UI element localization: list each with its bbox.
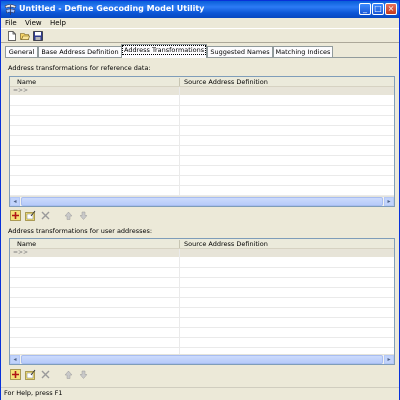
maximize-icon: □ [374,4,382,13]
tab-panel: Address transformations for reference da… [5,57,397,383]
close-icon: × [387,4,395,13]
grid-line [10,135,394,136]
window-title: Untitled - Define Geocoding Model Utilit… [19,4,205,13]
scroll-left-button[interactable]: ◂ [10,355,20,364]
user-grid[interactable]: Name Source Address Definition =>> ◂ ▸ [9,238,395,365]
grid-line [10,175,394,176]
status-bar: For Help, press F1 [1,387,399,400]
maximize-button[interactable]: □ [372,3,384,15]
scroll-left-button[interactable]: ◂ [10,197,20,206]
status-text: For Help, press F1 [4,389,63,397]
scroll-right-button[interactable]: ▸ [384,355,394,364]
delete-row-icon[interactable] [40,369,51,380]
tab-label: General [8,48,35,56]
new-file-icon[interactable] [7,31,17,41]
reference-label: Address transformations for reference da… [8,64,151,72]
tab-matching-indices[interactable]: Matching Indices [273,46,333,57]
grid-header: Name Source Address Definition [10,239,394,249]
grid-line [10,307,394,308]
delete-row-icon[interactable] [40,210,51,221]
edit-row-icon[interactable] [25,210,36,221]
grid-line [10,165,394,166]
grid-line [10,145,394,146]
arrow-left-icon: ◂ [13,198,17,205]
column-divider[interactable] [179,240,180,248]
tab-general[interactable]: General [5,46,38,57]
move-up-icon[interactable] [63,369,74,380]
grid-line [10,155,394,156]
column-header-source[interactable]: Source Address Definition [184,77,268,87]
tab-label: Address Transformations [122,45,207,55]
new-row[interactable]: =>> [10,87,394,95]
grid-column-line [179,87,180,198]
arrow-right-icon: ▸ [387,198,391,205]
grid-line [10,105,394,106]
scroll-right-button[interactable]: ▸ [384,197,394,206]
tab-label: Base Address Definition [41,48,119,56]
tab-label: Matching Indices [275,48,331,56]
open-folder-icon[interactable] [20,31,30,41]
arrow-left-icon: ◂ [13,356,17,363]
app-icon [4,4,17,15]
scroll-thumb[interactable] [21,197,383,206]
grid-line [10,297,394,298]
grid-line [10,115,394,116]
menu-bar: File View Help [1,18,399,28]
grid-line [10,327,394,328]
menu-file[interactable]: File [5,18,17,28]
move-up-icon[interactable] [63,210,74,221]
column-header-name[interactable]: Name [17,239,36,249]
horizontal-scrollbar[interactable]: ◂ ▸ [10,354,394,364]
column-divider[interactable] [179,78,180,86]
menu-view[interactable]: View [25,18,42,28]
menu-help[interactable]: Help [50,18,66,28]
minimize-button[interactable]: _ [359,3,371,15]
edit-row-icon[interactable] [25,369,36,380]
user-label: Address transformations for user address… [8,227,153,235]
grid-column-line [179,249,180,356]
grid-header: Name Source Address Definition [10,77,394,87]
add-row-icon[interactable] [10,369,21,380]
column-header-source[interactable]: Source Address Definition [184,239,268,249]
add-row-icon[interactable] [10,210,21,221]
new-row[interactable]: =>> [10,249,394,257]
tab-address-transformations[interactable]: Address Transformations [121,44,207,58]
save-icon[interactable] [33,31,43,41]
minimize-icon: _ [363,4,367,13]
move-down-icon[interactable] [78,210,89,221]
grid-line [10,287,394,288]
horizontal-scrollbar[interactable]: ◂ ▸ [10,196,394,206]
new-row-marker: =>> [13,249,29,256]
move-down-icon[interactable] [78,369,89,380]
grid-line [10,317,394,318]
app-window: Untitled - Define Geocoding Model Utilit… [0,0,400,400]
toolbar [1,28,399,43]
grid-line [10,267,394,268]
grid-line [10,337,394,338]
reference-grid[interactable]: Name Source Address Definition =>> ◂ ▸ [9,76,395,207]
close-button[interactable]: × [385,3,397,15]
new-row-marker: =>> [13,87,29,94]
grid-line [10,347,394,348]
grid-line [10,277,394,278]
title-bar[interactable]: Untitled - Define Geocoding Model Utilit… [1,1,399,18]
tab-label: Suggested Names [210,48,270,56]
tab-base-address-definition[interactable]: Base Address Definition [38,46,122,57]
scroll-thumb[interactable] [21,355,383,364]
grid-line [10,125,394,126]
arrow-right-icon: ▸ [387,356,391,363]
tab-suggested-names[interactable]: Suggested Names [207,46,273,57]
column-header-name[interactable]: Name [17,77,36,87]
grid-line [10,185,394,186]
